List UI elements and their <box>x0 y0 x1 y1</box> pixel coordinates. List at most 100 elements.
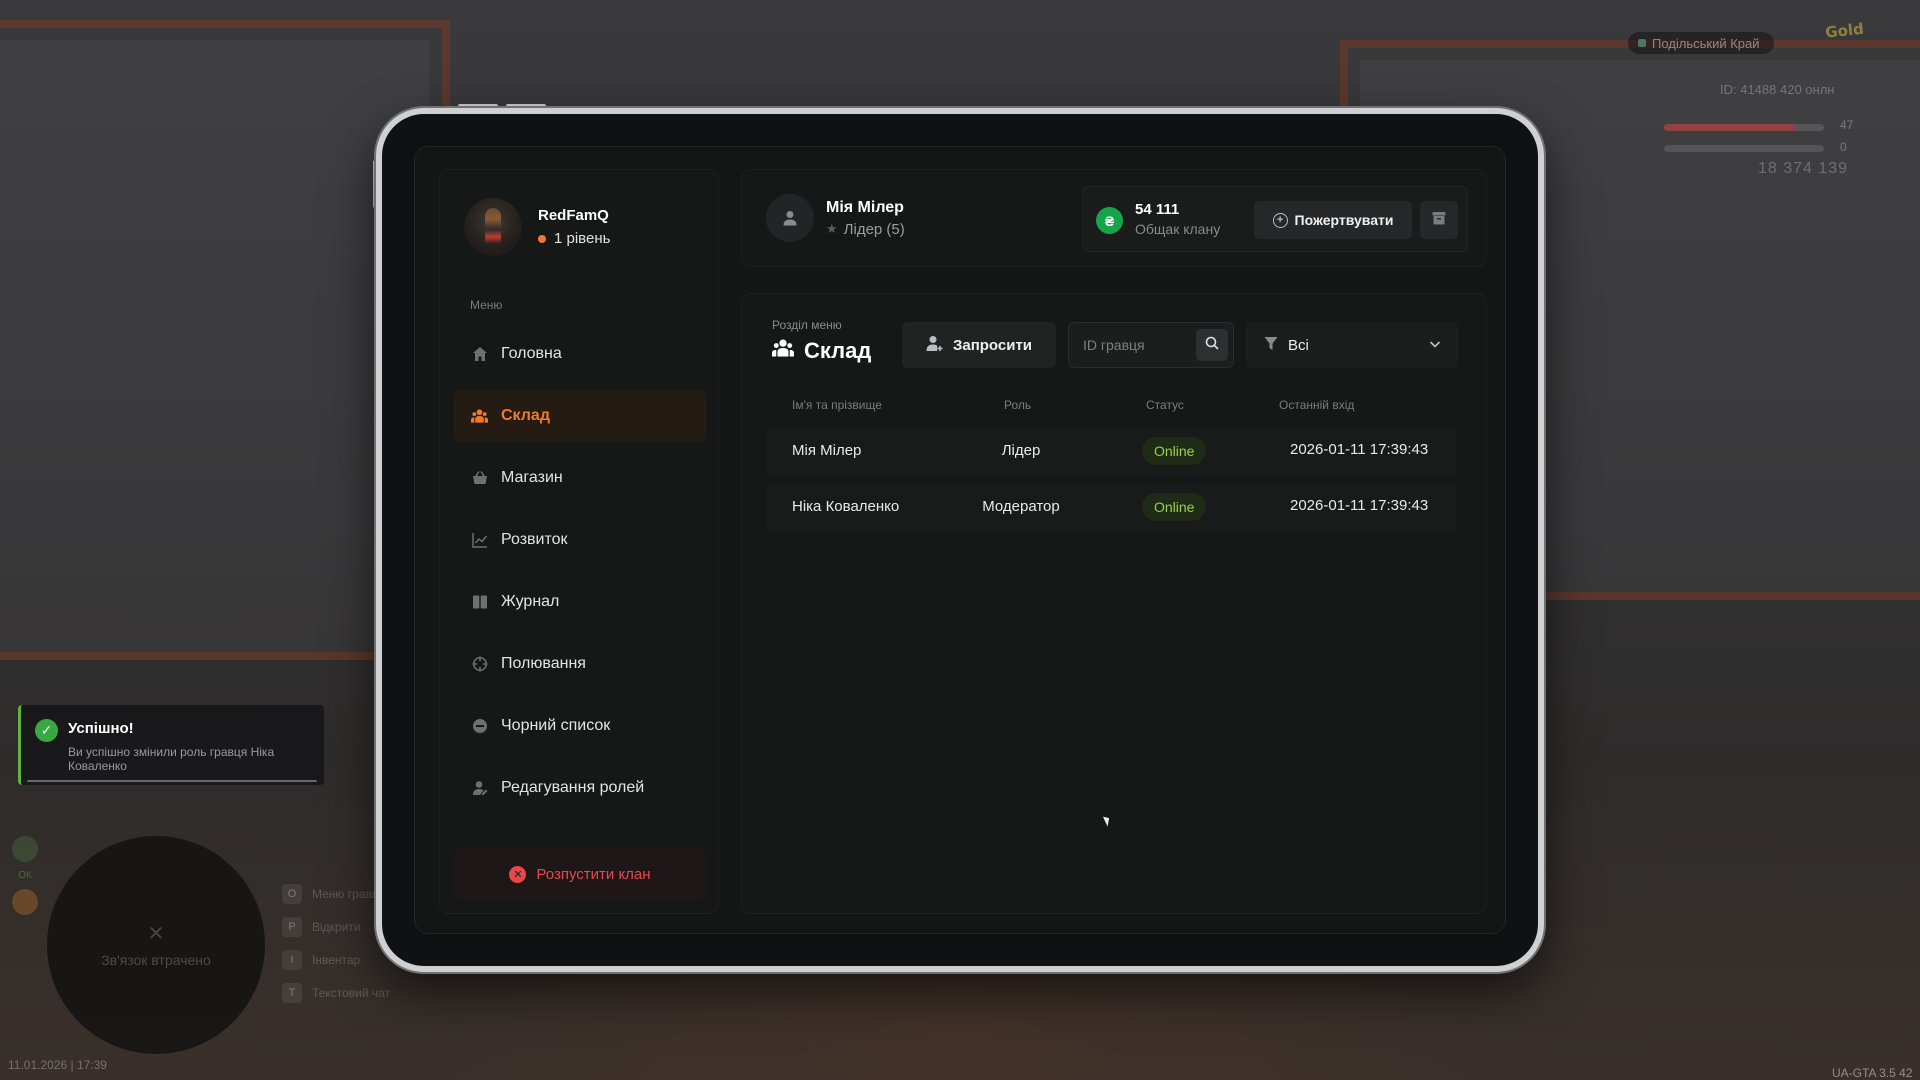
armor-bar <box>1664 145 1824 152</box>
hud-region-label: Подільський Край <box>1652 35 1760 51</box>
sidebar-item-progress[interactable]: Розвиток <box>454 514 706 566</box>
sidebar-item-role-editor[interactable]: Редагування ролей <box>454 762 706 814</box>
user-edit-icon <box>471 780 488 797</box>
chart-icon <box>471 532 488 549</box>
sidebar-item-journal[interactable]: Журнал <box>454 576 706 628</box>
tablet-device: RedFamQ 1 рівень Меню Головна Склад Мага… <box>376 108 1544 972</box>
avatar <box>464 198 522 256</box>
hud-side-icons: ОК <box>12 836 38 915</box>
blocked-icon <box>471 718 488 735</box>
section-caption: Розділ меню <box>772 318 842 332</box>
sidebar-item-home[interactable]: Головна <box>454 328 706 380</box>
toast-progress <box>27 780 317 782</box>
table-row[interactable]: Мія Мілер Лідер Online 2026-01-11 17:39:… <box>766 426 1456 476</box>
health-bar <box>1664 124 1824 131</box>
page-title-label: Склад <box>804 338 872 363</box>
server-logo: Gold <box>1824 19 1865 42</box>
invite-button[interactable]: Запросити <box>902 322 1056 368</box>
status-badge: Online <box>1142 493 1207 521</box>
home-icon <box>471 346 488 363</box>
sidebar-item-shop[interactable]: Магазин <box>454 452 706 504</box>
keyhint-label: Текстовий чат <box>312 986 391 1000</box>
avatar-figure <box>485 208 501 244</box>
donate-button[interactable]: + Пожертвувати <box>1254 201 1412 239</box>
key-cap: I <box>282 950 302 970</box>
hud-version: UA-GTA 3.5 42 <box>1832 1066 1913 1080</box>
page-title: Склад <box>772 338 871 364</box>
shield-icon <box>12 836 38 862</box>
close-icon: ✕ <box>509 865 527 883</box>
version-extra: 42 <box>1899 1066 1913 1080</box>
column-header-role: Роль <box>1004 398 1032 412</box>
sidebar-item-hunting[interactable]: Полювання <box>454 638 706 690</box>
clan-bank-panel: ₴ 54 111 Общак клану + Пожертвувати <box>1082 186 1468 252</box>
menu-label: Меню <box>470 298 503 312</box>
clan-bank-label: Общак клану <box>1135 221 1221 237</box>
side-label: ОК <box>18 870 32 881</box>
member-role: Лідер <box>1001 442 1041 459</box>
minimap: ✕ Зв'язок втрачено <box>47 836 265 1054</box>
role-filter-value: Всі <box>1288 336 1309 354</box>
key-cap: O <box>282 884 302 904</box>
sidebar-item-label: Розвиток <box>501 531 568 548</box>
add-user-icon <box>926 335 943 356</box>
hud-stats-label: ID: 41488 420 онлн <box>1720 82 1835 97</box>
keyhint-label: Меню гравця <box>312 887 386 901</box>
minimap-text: Зв'язок втрачено <box>101 952 211 968</box>
sidebar-item-label: Редагування ролей <box>501 779 645 796</box>
member-last-login: 2026-01-11 17:39:43 <box>1290 497 1429 514</box>
roster-panel: Розділ меню Склад Запросити Всі <box>741 293 1487 914</box>
health-value: 47 <box>1840 118 1854 132</box>
profile-name: RedFamQ <box>538 207 609 224</box>
success-toast: ✓ Успішно! Ви успішно змінили роль гравц… <box>18 705 324 785</box>
sidebar-item-roster[interactable]: Склад <box>454 390 706 442</box>
column-header-status: Статус <box>1146 398 1184 412</box>
disband-clan-button[interactable]: ✕ Розпустити клан <box>454 848 706 900</box>
column-header-name: Ім'я та прізвище <box>792 398 882 412</box>
sidebar-menu: Головна Склад Магазин Розвиток Журнал По… <box>454 328 706 814</box>
profile-level-label: 1 рівень <box>554 230 611 247</box>
archive-icon <box>1432 211 1446 230</box>
sidebar-item-label: Чорний список <box>501 717 611 734</box>
sidebar-item-label: Журнал <box>501 593 560 610</box>
table-row[interactable]: Ніка Коваленко Модератор Online 2026-01-… <box>766 482 1456 532</box>
topbar: Мія Мілер ★ Лідер (5) ₴ 54 111 Общак кла… <box>741 169 1487 267</box>
current-user-block: Мія Мілер ★ Лідер (5) <box>766 194 905 242</box>
version-label: UA-GTA 3.5 <box>1832 1066 1896 1080</box>
plus-circle-icon: + <box>1272 212 1288 228</box>
keyhint: P Відкрити <box>282 917 390 937</box>
key-cap: T <box>282 983 302 1003</box>
keyhint-label: Інвентар <box>312 953 361 967</box>
table-header: Ім'я та прізвище Роль Статус Останній вх… <box>792 398 1452 418</box>
bank-history-button[interactable] <box>1420 201 1458 239</box>
search-button[interactable] <box>1196 329 1228 361</box>
disband-clan-label: Розпустити клан <box>536 865 651 883</box>
tablet-screen: RedFamQ 1 рівень Меню Головна Склад Мага… <box>414 146 1506 934</box>
role-filter-select[interactable]: Всі <box>1246 322 1458 368</box>
hryvnia-coin-icon: ₴ <box>1096 207 1123 234</box>
player-id-input[interactable] <box>1069 323 1189 367</box>
player-search <box>1068 322 1234 368</box>
profile-block: RedFamQ 1 рівень <box>464 198 610 256</box>
hud-money: 18 374 139 <box>1758 160 1849 177</box>
current-user-name: Мія Мілер <box>826 198 904 216</box>
key-cap: P <box>282 917 302 937</box>
member-role: Модератор <box>982 498 1060 515</box>
hud-datetime: 11.01.2026 | 17:39 <box>8 1058 107 1072</box>
column-header-last-login: Останній вхід <box>1279 398 1355 412</box>
hud-stats: ID: 41488 420 онлн <box>1720 82 1834 97</box>
invite-button-label: Запросити <box>952 336 1033 354</box>
status-badge: Online <box>1142 437 1207 465</box>
sidebar-item-label: Склад <box>501 407 550 424</box>
sidebar-item-label: Полювання <box>501 655 586 672</box>
sidebar-item-label: Головна <box>501 345 562 362</box>
keyhint-label: Відкрити <box>312 920 361 934</box>
user-avatar-icon <box>766 194 814 242</box>
toast-title: Успішно! <box>68 720 134 737</box>
health-bar-fill <box>1664 124 1796 131</box>
check-icon: ✓ <box>35 719 58 742</box>
star-icon: ★ <box>826 221 838 236</box>
donate-button-label: Пожертвувати <box>1294 212 1394 228</box>
sidebar-item-blacklist[interactable]: Чорний список <box>454 700 706 752</box>
basket-icon <box>471 470 488 487</box>
